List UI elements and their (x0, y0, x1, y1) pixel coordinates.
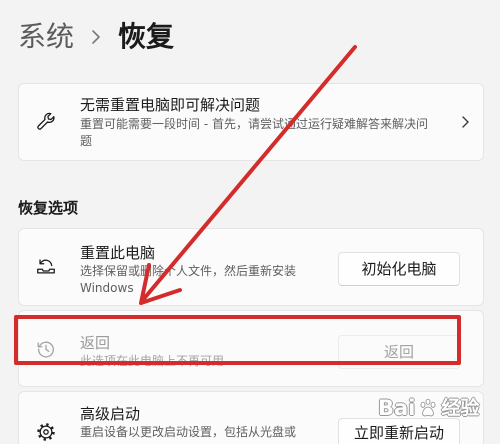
go-back-button: 返回 (338, 335, 460, 369)
wrench-icon (35, 111, 57, 133)
troubleshoot-description: 重置可能需要一段时间 - 首先，请尝试通过运行疑难解答来解决问题 (80, 117, 428, 148)
troubleshoot-title: 无需重置电脑即可解决问题 (80, 96, 261, 114)
reset-pc-icon (35, 255, 57, 277)
page-title: 恢复 (118, 20, 175, 53)
go-back-title: 返回 (80, 334, 111, 352)
go-back-card: 返回 此选项在此电脑上不再可用 返回 (18, 310, 484, 387)
recovery-options-heading: 恢复选项 (18, 199, 79, 217)
breadcrumb-system-link[interactable]: 系统 (18, 15, 74, 59)
troubleshoot-card[interactable]: 无需重置电脑即可解决问题 重置可能需要一段时间 - 首先，请尝试通过运行疑难解答… (18, 83, 484, 161)
go-back-description: 此选项在此电脑上不再可用 (80, 354, 225, 368)
chevron-right-icon (457, 114, 473, 130)
reset-pc-title: 重置此电脑 (80, 244, 156, 262)
reset-pc-description: 选择保留或删除个人文件，然后重新安装 Windows (80, 264, 297, 295)
history-icon (35, 338, 57, 360)
breadcrumb: 系统 恢复 (18, 15, 174, 59)
advanced-startup-title: 高级启动 (80, 405, 141, 423)
chevron-right-icon (90, 28, 102, 46)
restart-now-button[interactable]: 立即重新启动 (338, 418, 460, 444)
advanced-startup-card: 高级启动 重启设备以更改启动设置，包括从光盘或 立即重新启动 (18, 391, 484, 444)
gear-icon (35, 421, 57, 443)
reset-pc-button[interactable]: 初始化电脑 (338, 252, 460, 286)
advanced-startup-description: 重启设备以更改启动设置，包括从光盘或 (80, 425, 297, 439)
reset-pc-card: 重置此电脑 选择保留或删除个人文件，然后重新安装 Windows 初始化电脑 (18, 228, 484, 306)
